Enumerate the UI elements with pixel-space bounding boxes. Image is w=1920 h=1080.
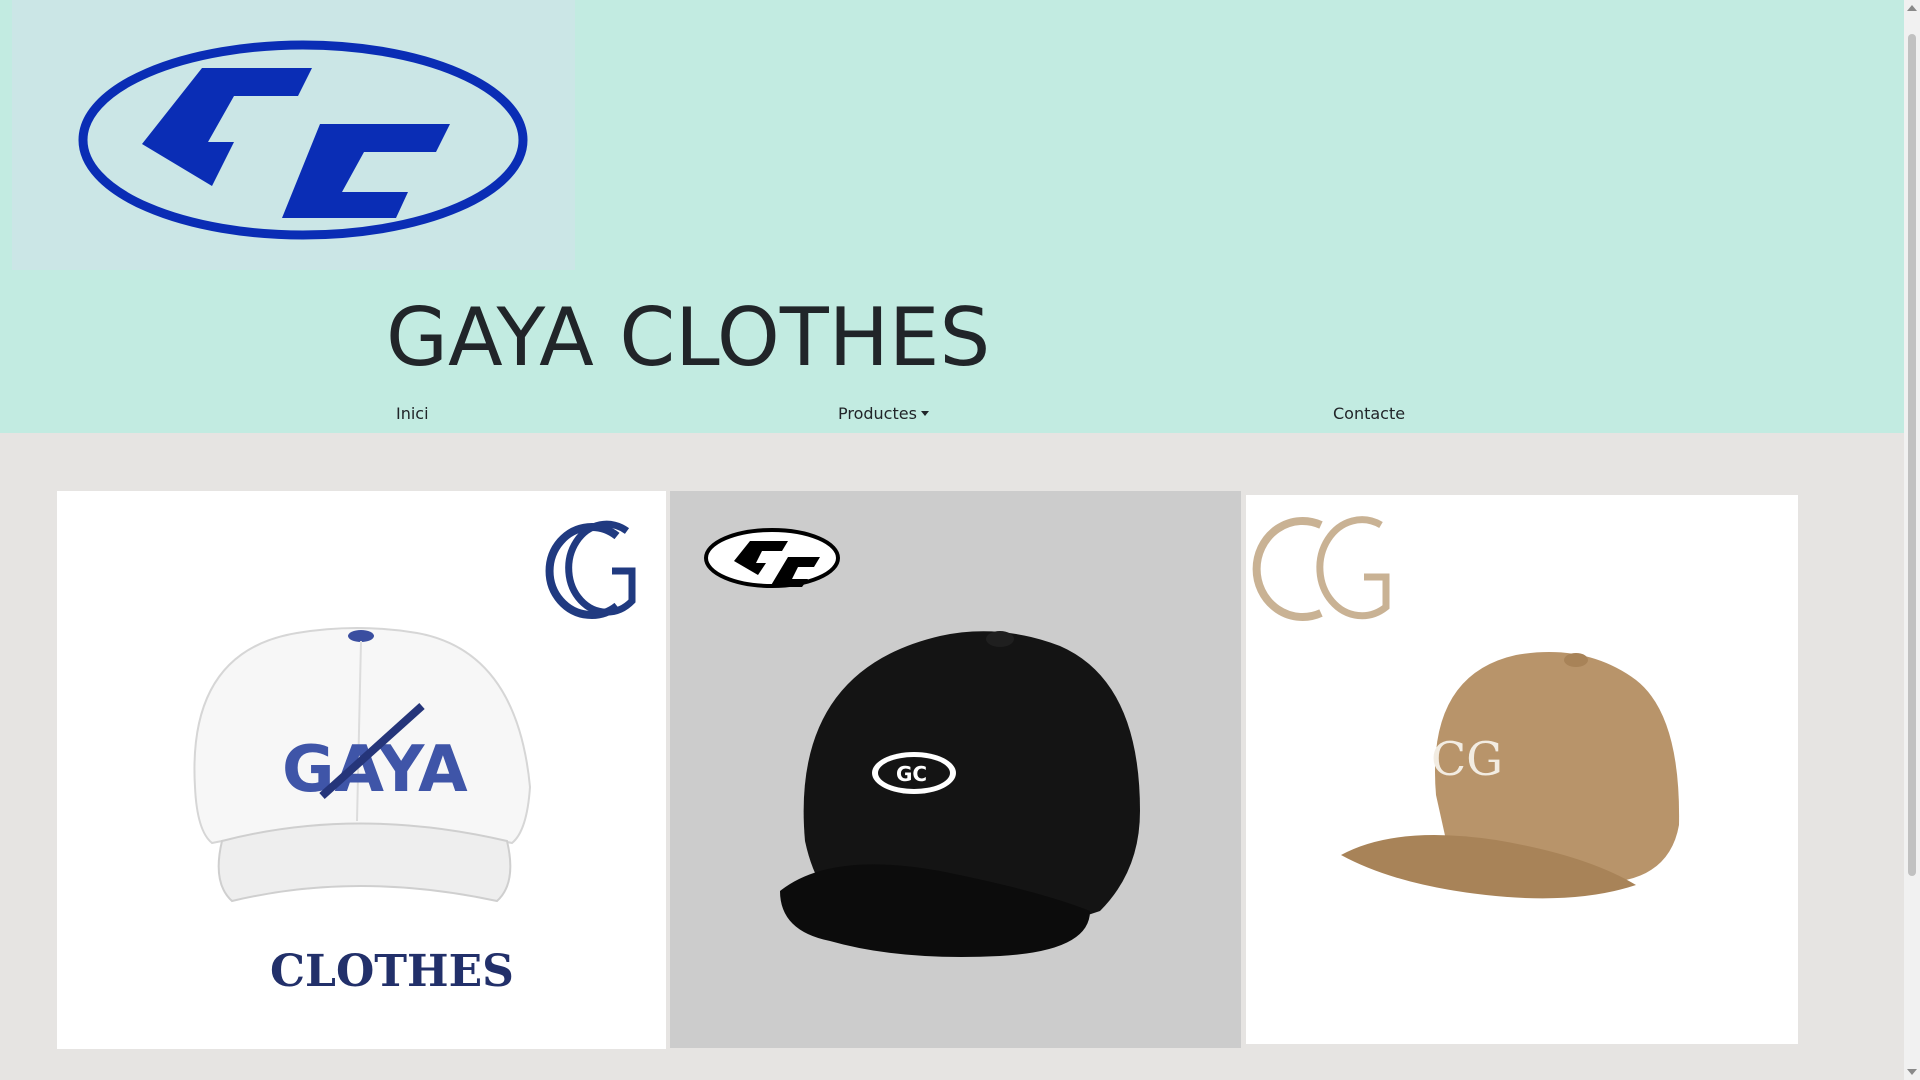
logo-text: GC bbox=[12, 0, 14, 1]
nav-home[interactable]: Inici bbox=[396, 402, 429, 426]
site-header: GC GAYA CLOTHES Inici Productes Contacte bbox=[0, 0, 1904, 433]
scroll-down-icon[interactable] bbox=[1907, 1069, 1917, 1075]
cap-logo-text: CG bbox=[1431, 732, 1503, 786]
brand-wordmark: CLOTHES bbox=[270, 946, 514, 997]
nav-products-label: Productes bbox=[838, 404, 917, 423]
cg-monogram-icon bbox=[1252, 516, 1390, 621]
cg-monogram-icon bbox=[545, 520, 636, 619]
cap-logo-text: GC bbox=[896, 762, 927, 786]
page-scrollbar[interactable] bbox=[1904, 0, 1920, 1080]
product-card-tan-cap[interactable]: CG bbox=[1246, 495, 1798, 1044]
gc-logo-icon bbox=[704, 528, 840, 588]
scroll-up-icon[interactable] bbox=[1907, 5, 1917, 11]
nav-contact[interactable]: Contacte bbox=[1333, 402, 1405, 426]
product-card-white-cap[interactable]: GAYA CLOTHES bbox=[57, 491, 666, 1049]
nav-products[interactable]: Productes bbox=[838, 402, 929, 426]
scroll-thumb[interactable] bbox=[1908, 34, 1916, 876]
dropdown-caret-icon bbox=[920, 411, 929, 416]
site-logo[interactable]: GC bbox=[12, 0, 575, 270]
page-title: GAYA CLOTHES bbox=[386, 291, 991, 384]
product-card-black-cap[interactable]: GC bbox=[670, 491, 1241, 1048]
